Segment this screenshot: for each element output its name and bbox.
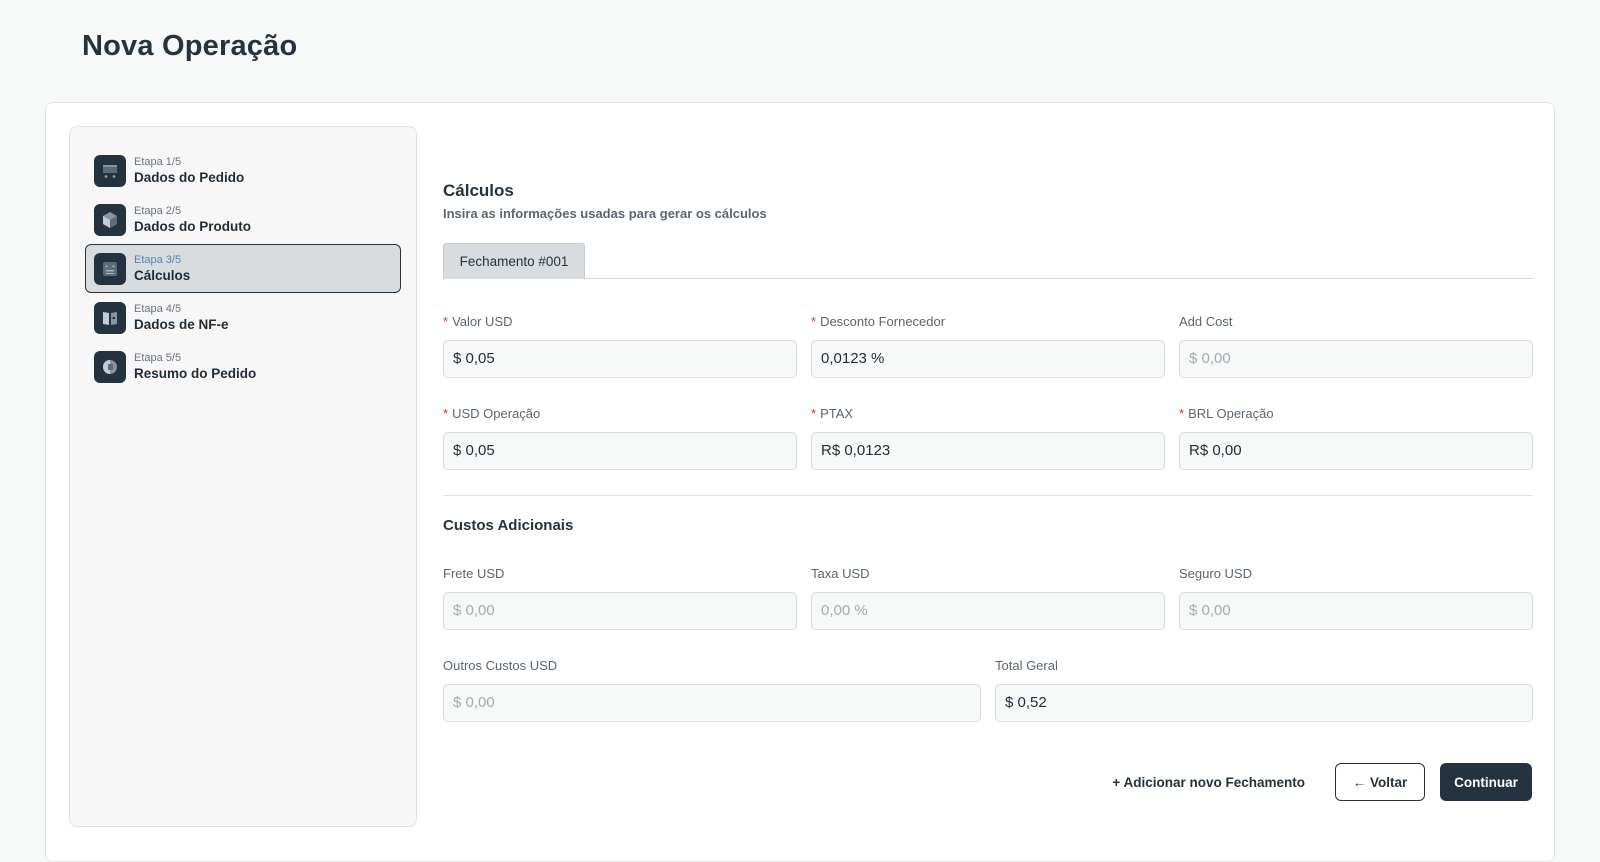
valor-usd-label: * Valor USD xyxy=(443,313,797,331)
total-geral-field: Total Geral $ 0,52 xyxy=(995,657,1533,722)
taxa-usd-label: Taxa USD xyxy=(811,566,870,581)
brl-operacao-field: * BRL Operação R$ 0,00 xyxy=(1179,405,1533,470)
tab-fechamento-001[interactable]: Fechamento #001 xyxy=(443,243,585,279)
section-subtitle: Insira as informações usadas para gerar … xyxy=(443,206,767,221)
frete-usd-label: Frete USD xyxy=(443,566,505,581)
box-icon xyxy=(94,203,126,236)
desconto-fornecedor-input[interactable]: 0,0123 % xyxy=(811,340,1165,378)
calculos-form: Cálculos Insira as informações usadas pa… xyxy=(443,103,1533,861)
form-actions: + Adicionar novo Fechamento ← Voltar Con… xyxy=(1112,763,1532,801)
usd-operacao-input[interactable]: $ 0,05 xyxy=(443,432,797,470)
brl-operacao-label: * BRL Operação xyxy=(1179,405,1533,423)
outros-custos-usd-label: Outros Custos USD xyxy=(443,658,558,673)
step-count: Etapa 1/5 xyxy=(134,155,182,168)
total-geral-label: Total Geral xyxy=(995,658,1058,673)
required-mark: * xyxy=(443,406,449,421)
label-text: PTAX xyxy=(820,406,854,421)
required-mark: * xyxy=(1179,406,1185,421)
required-mark: * xyxy=(443,314,449,329)
add-cost-input[interactable]: $ 0,00 xyxy=(1179,340,1533,378)
outros-custos-usd-input[interactable]: $ 0,00 xyxy=(443,684,981,722)
outros-custos-usd-field: Outros Custos USD $ 0,00 xyxy=(443,657,981,722)
step-dados-produto[interactable]: Etapa 2/5 Dados do Produto xyxy=(85,195,401,244)
ptax-label: * PTAX xyxy=(811,405,1165,423)
seguro-usd-input[interactable]: $ 0,00 xyxy=(1179,592,1533,630)
step-resumo-pedido[interactable]: Etapa 5/5 Resumo do Pedido xyxy=(85,342,401,391)
desconto-fornecedor-label: * Desconto Fornecedor xyxy=(811,313,1165,331)
valor-usd-field: * Valor USD $ 0,05 xyxy=(443,313,797,378)
custos-adicionais-title: Custos Adicionais xyxy=(443,517,574,534)
step-label: Resumo do Pedido xyxy=(134,365,257,381)
frete-usd-input[interactable]: $ 0,00 xyxy=(443,592,797,630)
required-mark: * xyxy=(811,406,817,421)
ptax-input[interactable]: R$ 0,0123 xyxy=(811,432,1165,470)
step-count: Etapa 3/5 xyxy=(134,253,182,266)
step-dados-nfe[interactable]: Etapa 4/5 Dados de NF-e xyxy=(85,293,401,342)
step-calculos[interactable]: Etapa 3/5 Cálculos xyxy=(85,244,401,293)
valor-usd-input[interactable]: $ 0,05 xyxy=(443,340,797,378)
seguro-usd-label: Seguro USD xyxy=(1179,566,1252,581)
seguro-usd-field: Seguro USD $ 0,00 xyxy=(1179,565,1533,630)
desconto-fornecedor-field: * Desconto Fornecedor 0,0123 % xyxy=(811,313,1165,378)
voltar-button[interactable]: ← Voltar xyxy=(1335,763,1425,801)
usd-operacao-label: * USD Operação xyxy=(443,405,797,423)
label-text: Valor USD xyxy=(452,314,513,329)
step-count: Etapa 2/5 xyxy=(134,204,182,217)
step-label: Dados do Pedido xyxy=(134,169,245,185)
label-text: Desconto Fornecedor xyxy=(820,314,946,329)
brl-operacao-input[interactable]: R$ 0,00 xyxy=(1179,432,1533,470)
step-label: Cálculos xyxy=(134,267,191,283)
page-title: Nova Operação xyxy=(82,30,298,62)
step-dados-pedido[interactable]: Etapa 1/5 Dados do Pedido xyxy=(85,146,401,195)
step-label: Dados do Produto xyxy=(134,218,251,234)
add-fechamento-button[interactable]: + Adicionar novo Fechamento xyxy=(1112,775,1305,790)
ptax-field: * PTAX R$ 0,0123 xyxy=(811,405,1165,470)
add-cost-field: Add Cost $ 0,00 xyxy=(1179,313,1533,378)
continuar-button[interactable]: Continuar xyxy=(1440,763,1532,801)
required-mark: * xyxy=(811,314,817,329)
step-label: Dados de NF-e xyxy=(134,316,229,332)
taxa-usd-field: Taxa USD 0,00 % xyxy=(811,565,1165,630)
document-icon xyxy=(94,301,126,334)
total-geral-input[interactable]: $ 0,52 xyxy=(995,684,1533,722)
add-cost-label: Add Cost xyxy=(1179,314,1233,329)
section-divider xyxy=(443,495,1533,496)
label-text: BRL Operação xyxy=(1188,406,1274,421)
frete-usd-field: Frete USD $ 0,00 xyxy=(443,565,797,630)
summary-icon xyxy=(94,350,126,383)
label-text: USD Operação xyxy=(452,406,541,421)
cart-icon xyxy=(94,154,126,187)
section-title: Cálculos xyxy=(443,181,514,200)
main-card: Etapa 1/5 Dados do Pedido Etapa 2/5 Dado… xyxy=(45,102,1555,862)
taxa-usd-input[interactable]: 0,00 % xyxy=(811,592,1165,630)
steps-sidebar: Etapa 1/5 Dados do Pedido Etapa 2/5 Dado… xyxy=(69,126,417,827)
step-count: Etapa 5/5 xyxy=(134,351,182,364)
fechamento-tabs: Fechamento #001 xyxy=(443,243,1533,279)
usd-operacao-field: * USD Operação $ 0,05 xyxy=(443,405,797,470)
calculator-icon xyxy=(94,252,126,285)
step-count: Etapa 4/5 xyxy=(134,302,182,315)
